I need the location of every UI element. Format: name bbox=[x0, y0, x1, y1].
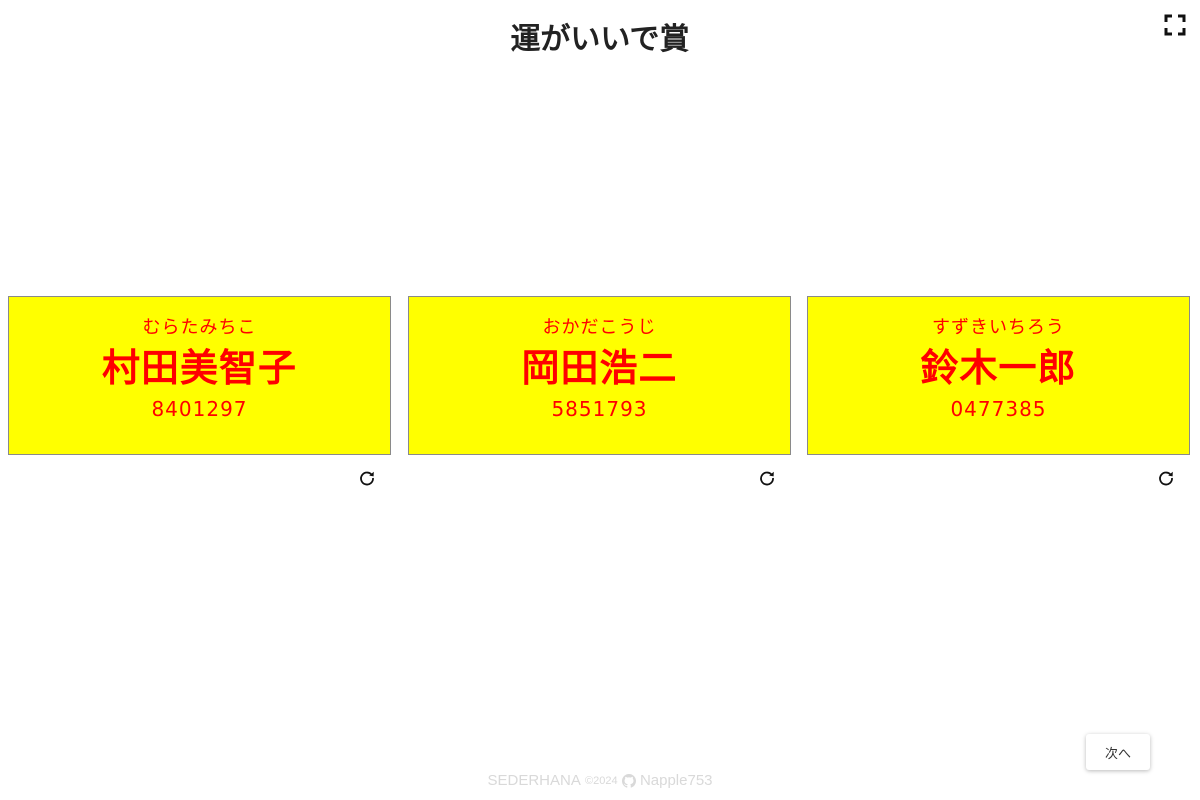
winner-name: 村田美智子 bbox=[101, 346, 297, 390]
refresh-icon[interactable] bbox=[757, 468, 777, 488]
footer: SEDERHANA ©2024 Napple753 bbox=[0, 771, 1200, 791]
winner-card-column: すずきいちろう 鈴木一郎 0477385 bbox=[807, 296, 1190, 486]
refresh-icon[interactable] bbox=[357, 468, 377, 488]
winner-reading: すずきいちろう bbox=[932, 317, 1065, 338]
footer-copyright: ©2024 bbox=[585, 775, 618, 788]
winner-card: むらたみちこ 村田美智子 8401297 bbox=[8, 296, 391, 455]
winner-name: 岡田浩二 bbox=[521, 346, 678, 390]
footer-author[interactable]: Napple753 bbox=[640, 772, 713, 789]
page-title: 運がいいで賞 bbox=[510, 22, 690, 57]
winner-number: 0477385 bbox=[950, 397, 1047, 421]
app-page: 運がいいで賞 むらたみちこ 村田美智子 8401297 おかだこうじ 岡田浩二 … bbox=[0, 0, 1200, 800]
winner-cards: むらたみちこ 村田美智子 8401297 おかだこうじ 岡田浩二 5851793 bbox=[8, 296, 1191, 496]
winner-number: 5851793 bbox=[551, 397, 648, 421]
next-button[interactable]: 次へ bbox=[1086, 734, 1150, 770]
refresh-icon[interactable] bbox=[1156, 468, 1176, 488]
winner-card-column: むらたみちこ 村田美智子 8401297 bbox=[8, 296, 391, 486]
winner-reading: むらたみちこ bbox=[142, 317, 257, 338]
winner-card: おかだこうじ 岡田浩二 5851793 bbox=[408, 296, 791, 455]
winner-reading: おかだこうじ bbox=[542, 317, 657, 338]
winner-card-column: おかだこうじ 岡田浩二 5851793 bbox=[408, 296, 791, 486]
winner-name: 鈴木一郎 bbox=[920, 346, 1077, 390]
github-icon[interactable] bbox=[621, 774, 636, 788]
winner-card: すずきいちろう 鈴木一郎 0477385 bbox=[807, 296, 1190, 455]
footer-brand: SEDERHANA bbox=[487, 772, 581, 790]
fullscreen-icon[interactable] bbox=[1162, 12, 1188, 38]
winner-number: 8401297 bbox=[151, 397, 248, 421]
